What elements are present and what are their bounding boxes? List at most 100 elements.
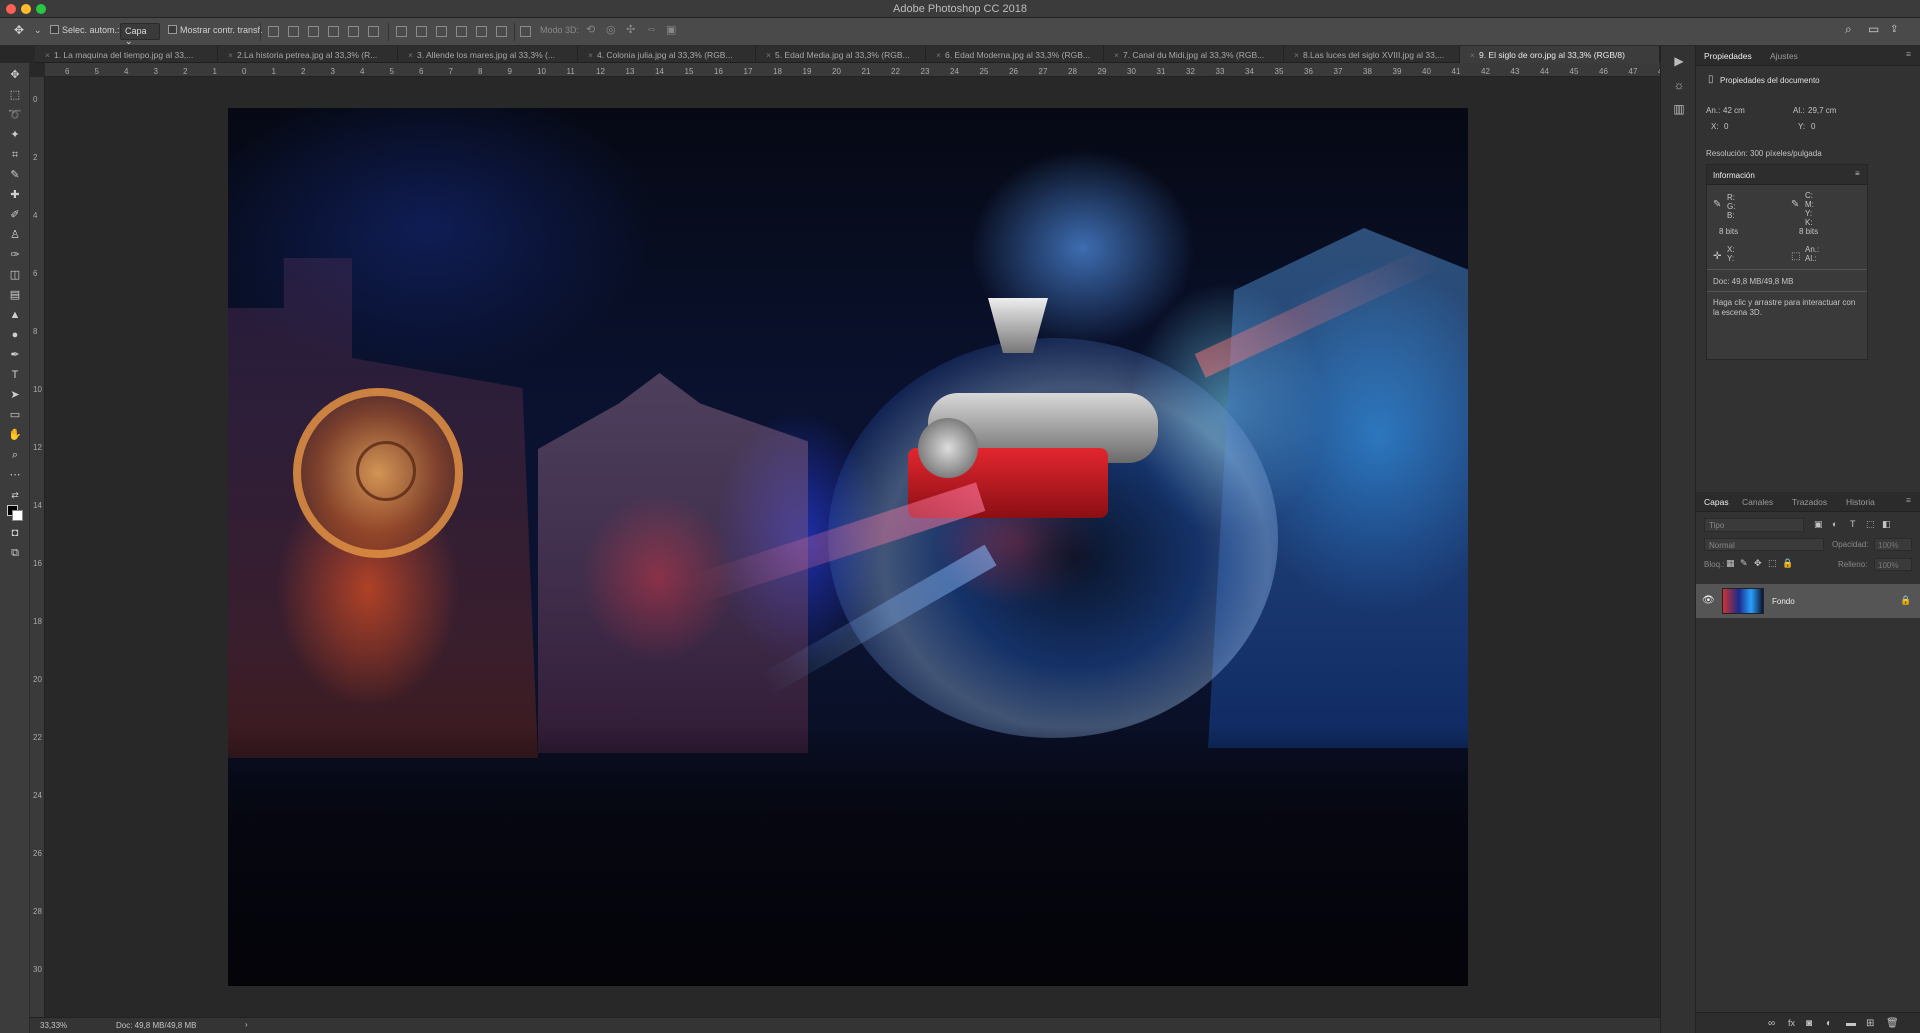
brightness-icon[interactable]: ☼ xyxy=(1671,78,1687,94)
y-value[interactable]: 0 xyxy=(1811,122,1815,131)
height-value[interactable]: 29,7 cm xyxy=(1808,106,1836,115)
type-tool-icon[interactable]: T xyxy=(7,367,23,383)
align-bottom-icon[interactable] xyxy=(308,26,319,37)
distribute-bottom-icon[interactable] xyxy=(436,26,447,37)
lock-transparent-icon[interactable]: ▦ xyxy=(1726,558,1735,569)
tab-doc-1[interactable]: × 1. La maquina del tiempo.jpg al 33,... xyxy=(35,46,218,63)
distribute-vcenter-icon[interactable] xyxy=(416,26,427,37)
lasso-tool-icon[interactable]: ➰ xyxy=(7,107,23,123)
close-icon[interactable]: × xyxy=(936,50,941,60)
blur-tool-icon[interactable]: ▲ xyxy=(7,307,23,323)
lock-artboard-icon[interactable]: ⬚ xyxy=(1768,558,1777,569)
quick-mask-icon[interactable]: ◘ xyxy=(7,525,23,541)
auto-select-checkbox[interactable]: Selec. autom.: xyxy=(50,25,120,35)
search-icon[interactable]: ⌕ xyxy=(1845,22,1852,37)
close-icon[interactable]: × xyxy=(408,50,413,60)
visibility-eye-icon[interactable]: 👁 xyxy=(1702,595,1715,606)
fx-icon[interactable]: fx xyxy=(1788,1018,1795,1028)
filter-pixel-icon[interactable]: ▣ xyxy=(1814,519,1823,530)
canvas-area[interactable] xyxy=(45,77,1660,1017)
close-icon[interactable]: × xyxy=(1470,50,1475,60)
close-icon[interactable]: × xyxy=(766,50,771,60)
close-icon[interactable]: × xyxy=(228,50,233,60)
rotate-3d-icon[interactable]: ⟲ xyxy=(586,23,595,36)
opacity-input[interactable]: 100% xyxy=(1874,538,1912,551)
healing-brush-tool-icon[interactable]: ✚ xyxy=(7,187,23,203)
align-hcenter-icon[interactable] xyxy=(348,26,359,37)
tab-doc-4[interactable]: × 4. Colonia julia.jpg al 33,3% (RGB... xyxy=(578,46,756,63)
filter-type-icon[interactable]: T xyxy=(1850,519,1856,529)
panel-menu-icon[interactable]: ≡ xyxy=(1906,49,1911,59)
distribute-hcenter-icon[interactable] xyxy=(476,26,487,37)
new-group-icon[interactable]: ▬ xyxy=(1846,1018,1856,1029)
distribute-left-icon[interactable] xyxy=(456,26,467,37)
rectangle-tool-icon[interactable]: ▭ xyxy=(7,407,23,423)
align-vcenter-icon[interactable] xyxy=(288,26,299,37)
filter-adjust-icon[interactable]: ◐ xyxy=(1832,519,1837,529)
eraser-tool-icon[interactable]: ◫ xyxy=(7,267,23,283)
roll-3d-icon[interactable]: ◎ xyxy=(606,23,616,36)
auto-select-dropdown[interactable]: Capa ⌄ xyxy=(120,23,160,46)
add-mask-icon[interactable]: ◙ xyxy=(1806,1018,1812,1029)
tab-doc-6[interactable]: × 6. Edad Moderna.jpg al 33,3% (RGB... xyxy=(926,46,1104,63)
distribute-right-icon[interactable] xyxy=(496,26,507,37)
align-top-icon[interactable] xyxy=(268,26,279,37)
auto-align-icon[interactable] xyxy=(520,26,531,37)
play-icon[interactable]: ▶ xyxy=(1671,54,1687,70)
adjustment-layer-icon[interactable]: ◐ xyxy=(1826,1018,1832,1029)
lock-position-icon[interactable]: ✥ xyxy=(1754,558,1762,569)
x-value[interactable]: 0 xyxy=(1724,122,1728,131)
tab-doc-7[interactable]: × 7. Canal du Midi.jpg al 33,3% (RGB... xyxy=(1104,46,1284,63)
tab-history[interactable]: Historia xyxy=(1846,497,1875,507)
magic-wand-tool-icon[interactable]: ✦ xyxy=(7,127,23,143)
zoom-tool-icon[interactable]: ⌕ xyxy=(7,447,23,463)
dodge-tool-icon[interactable]: ● xyxy=(7,327,23,343)
filter-shape-icon[interactable]: ⬚ xyxy=(1866,519,1875,530)
chevron-right-icon[interactable]: › xyxy=(245,1020,248,1029)
distribute-top-icon[interactable] xyxy=(396,26,407,37)
lock-all-icon[interactable]: 🔒 xyxy=(1782,558,1793,569)
tab-layers[interactable]: Capas xyxy=(1704,497,1729,507)
chevron-down-icon[interactable]: ⌄ xyxy=(34,25,42,36)
tab-doc-9[interactable]: × 9. El siglo de oro.jpg al 33,3% (RGB/8) xyxy=(1460,46,1660,63)
hand-tool-icon[interactable]: ✋ xyxy=(7,427,23,443)
adjustments-icon[interactable]: ▥ xyxy=(1671,102,1687,118)
tab-doc-5[interactable]: × 5. Edad Media.jpg al 33,3% (RGB... xyxy=(756,46,926,63)
close-icon[interactable]: × xyxy=(1294,50,1299,60)
document-image[interactable] xyxy=(228,108,1468,986)
marquee-tool-icon[interactable]: ⬚ xyxy=(7,87,23,103)
close-icon[interactable]: × xyxy=(1114,50,1119,60)
delete-layer-icon[interactable]: 🗑 xyxy=(1886,1018,1899,1029)
tab-paths[interactable]: Trazados xyxy=(1792,497,1827,507)
layer-row-fondo[interactable]: 👁 Fondo 🔒 xyxy=(1696,584,1920,618)
screen-mode-icon[interactable]: ⧉ xyxy=(7,545,23,561)
path-selection-tool-icon[interactable]: ➤ xyxy=(7,387,23,403)
new-layer-icon[interactable]: ⊞ xyxy=(1866,1018,1874,1029)
show-transform-checkbox[interactable]: Mostrar contr. transf. xyxy=(168,25,263,35)
gradient-tool-icon[interactable]: ▤ xyxy=(7,287,23,303)
align-right-icon[interactable] xyxy=(368,26,379,37)
share-icon[interactable]: ⇪ xyxy=(1890,24,1898,35)
link-layers-icon[interactable]: ∞ xyxy=(1768,1018,1775,1029)
scale-3d-icon[interactable]: ▣ xyxy=(666,23,676,36)
tab-adjustments[interactable]: Ajustes xyxy=(1770,51,1798,61)
filter-smart-icon[interactable]: ◧ xyxy=(1882,519,1891,530)
history-brush-tool-icon[interactable]: ✑ xyxy=(7,247,23,263)
zoom-level[interactable]: 33,33% xyxy=(40,1021,67,1030)
close-icon[interactable]: × xyxy=(588,50,593,60)
move-tool-icon[interactable]: ✥ xyxy=(14,23,24,37)
more-tools-icon[interactable]: ⋯ xyxy=(7,467,23,483)
swap-colors-icon[interactable]: ⇄ xyxy=(7,487,23,503)
lock-pixels-icon[interactable]: ✎ xyxy=(1740,558,1748,569)
pen-tool-icon[interactable]: ✒ xyxy=(7,347,23,363)
tab-doc-3[interactable]: × 3. Allende los mares.jpg al 33,3% (... xyxy=(398,46,578,63)
fill-input[interactable]: 100% xyxy=(1874,558,1912,571)
slide-3d-icon[interactable]: ⇔ xyxy=(646,23,657,35)
crop-tool-icon[interactable]: ⌗ xyxy=(7,147,23,163)
tab-properties[interactable]: Propiedades xyxy=(1704,51,1752,61)
eyedropper-tool-icon[interactable]: ✎ xyxy=(7,167,23,183)
blend-mode-select[interactable]: Normal xyxy=(1704,538,1824,551)
move-tool-icon[interactable]: ✥ xyxy=(7,67,23,83)
tab-channels[interactable]: Canales xyxy=(1742,497,1773,507)
align-left-icon[interactable] xyxy=(328,26,339,37)
